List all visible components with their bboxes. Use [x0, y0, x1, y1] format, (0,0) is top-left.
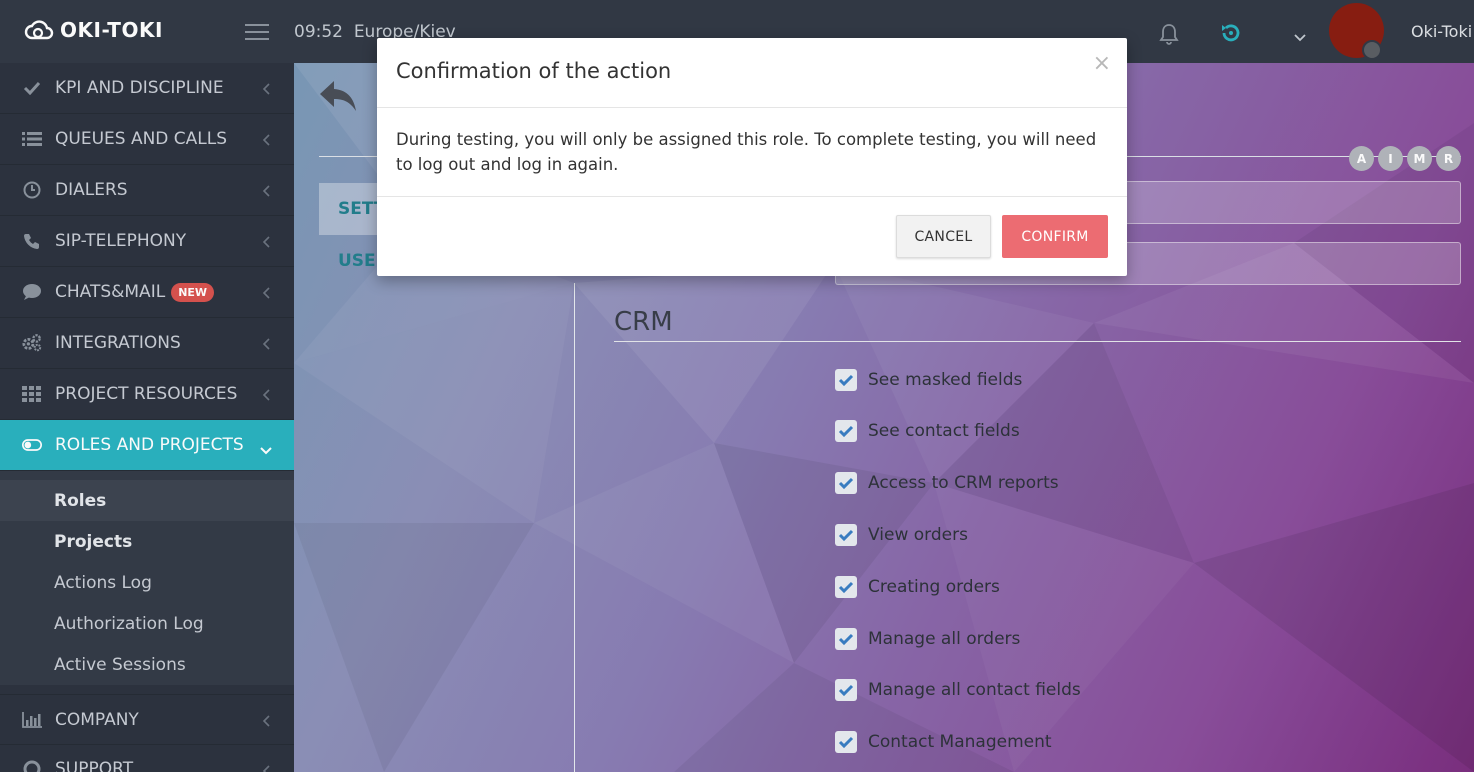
dialog-title: Confirmation of the action: [396, 59, 672, 83]
close-icon[interactable]: ×: [1093, 51, 1111, 76]
confirm-button[interactable]: CONFIRM: [1002, 215, 1108, 258]
dialog-divider: [377, 196, 1127, 197]
cancel-button[interactable]: CANCEL: [896, 215, 991, 258]
dialog-divider: [377, 107, 1127, 108]
dialog-message: During testing, you will only be assigne…: [396, 130, 1097, 174]
confirmation-dialog: Confirmation of the action × During test…: [377, 38, 1127, 276]
